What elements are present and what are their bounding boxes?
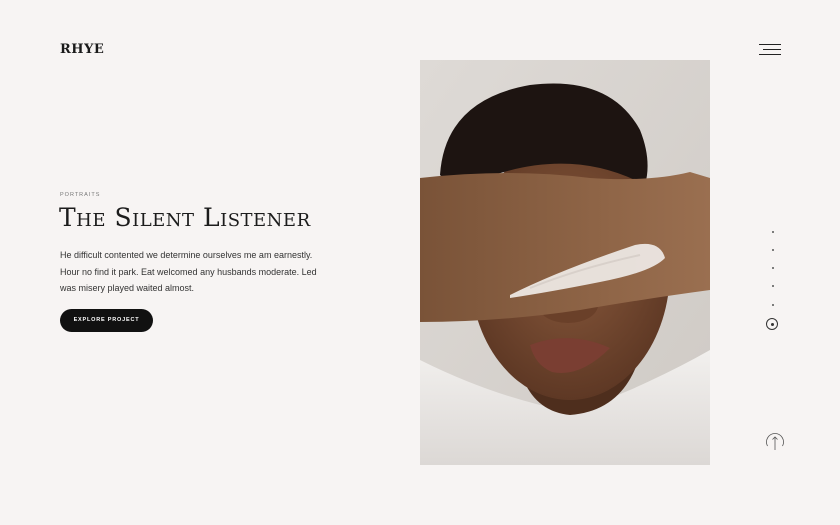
slide-pagination bbox=[764, 227, 782, 337]
page-title: The Silent Listener bbox=[59, 203, 311, 232]
explore-project-button[interactable]: EXPLORE PROJECT bbox=[60, 309, 153, 332]
pagination-dot[interactable] bbox=[772, 285, 774, 287]
hero-description: He difficult contented we determine ours… bbox=[60, 250, 317, 293]
category-label: PORTRAITS bbox=[60, 192, 101, 198]
pagination-dot[interactable] bbox=[772, 231, 774, 233]
menu-line bbox=[759, 54, 781, 56]
pagination-dot[interactable] bbox=[772, 267, 774, 269]
pagination-dot[interactable] bbox=[772, 249, 774, 251]
portrait-image bbox=[420, 60, 710, 465]
pagination-dot-active[interactable] bbox=[766, 318, 778, 330]
menu-line bbox=[759, 44, 781, 46]
brand-logo[interactable]: RHYE bbox=[60, 42, 104, 57]
page: RHYE PORTRAITS The Silent Listener He di… bbox=[0, 0, 840, 525]
arrow-up-circle-icon[interactable] bbox=[765, 432, 785, 452]
menu-line bbox=[763, 49, 781, 51]
pagination-dot[interactable] bbox=[772, 304, 774, 306]
hamburger-menu-icon[interactable] bbox=[759, 43, 781, 57]
